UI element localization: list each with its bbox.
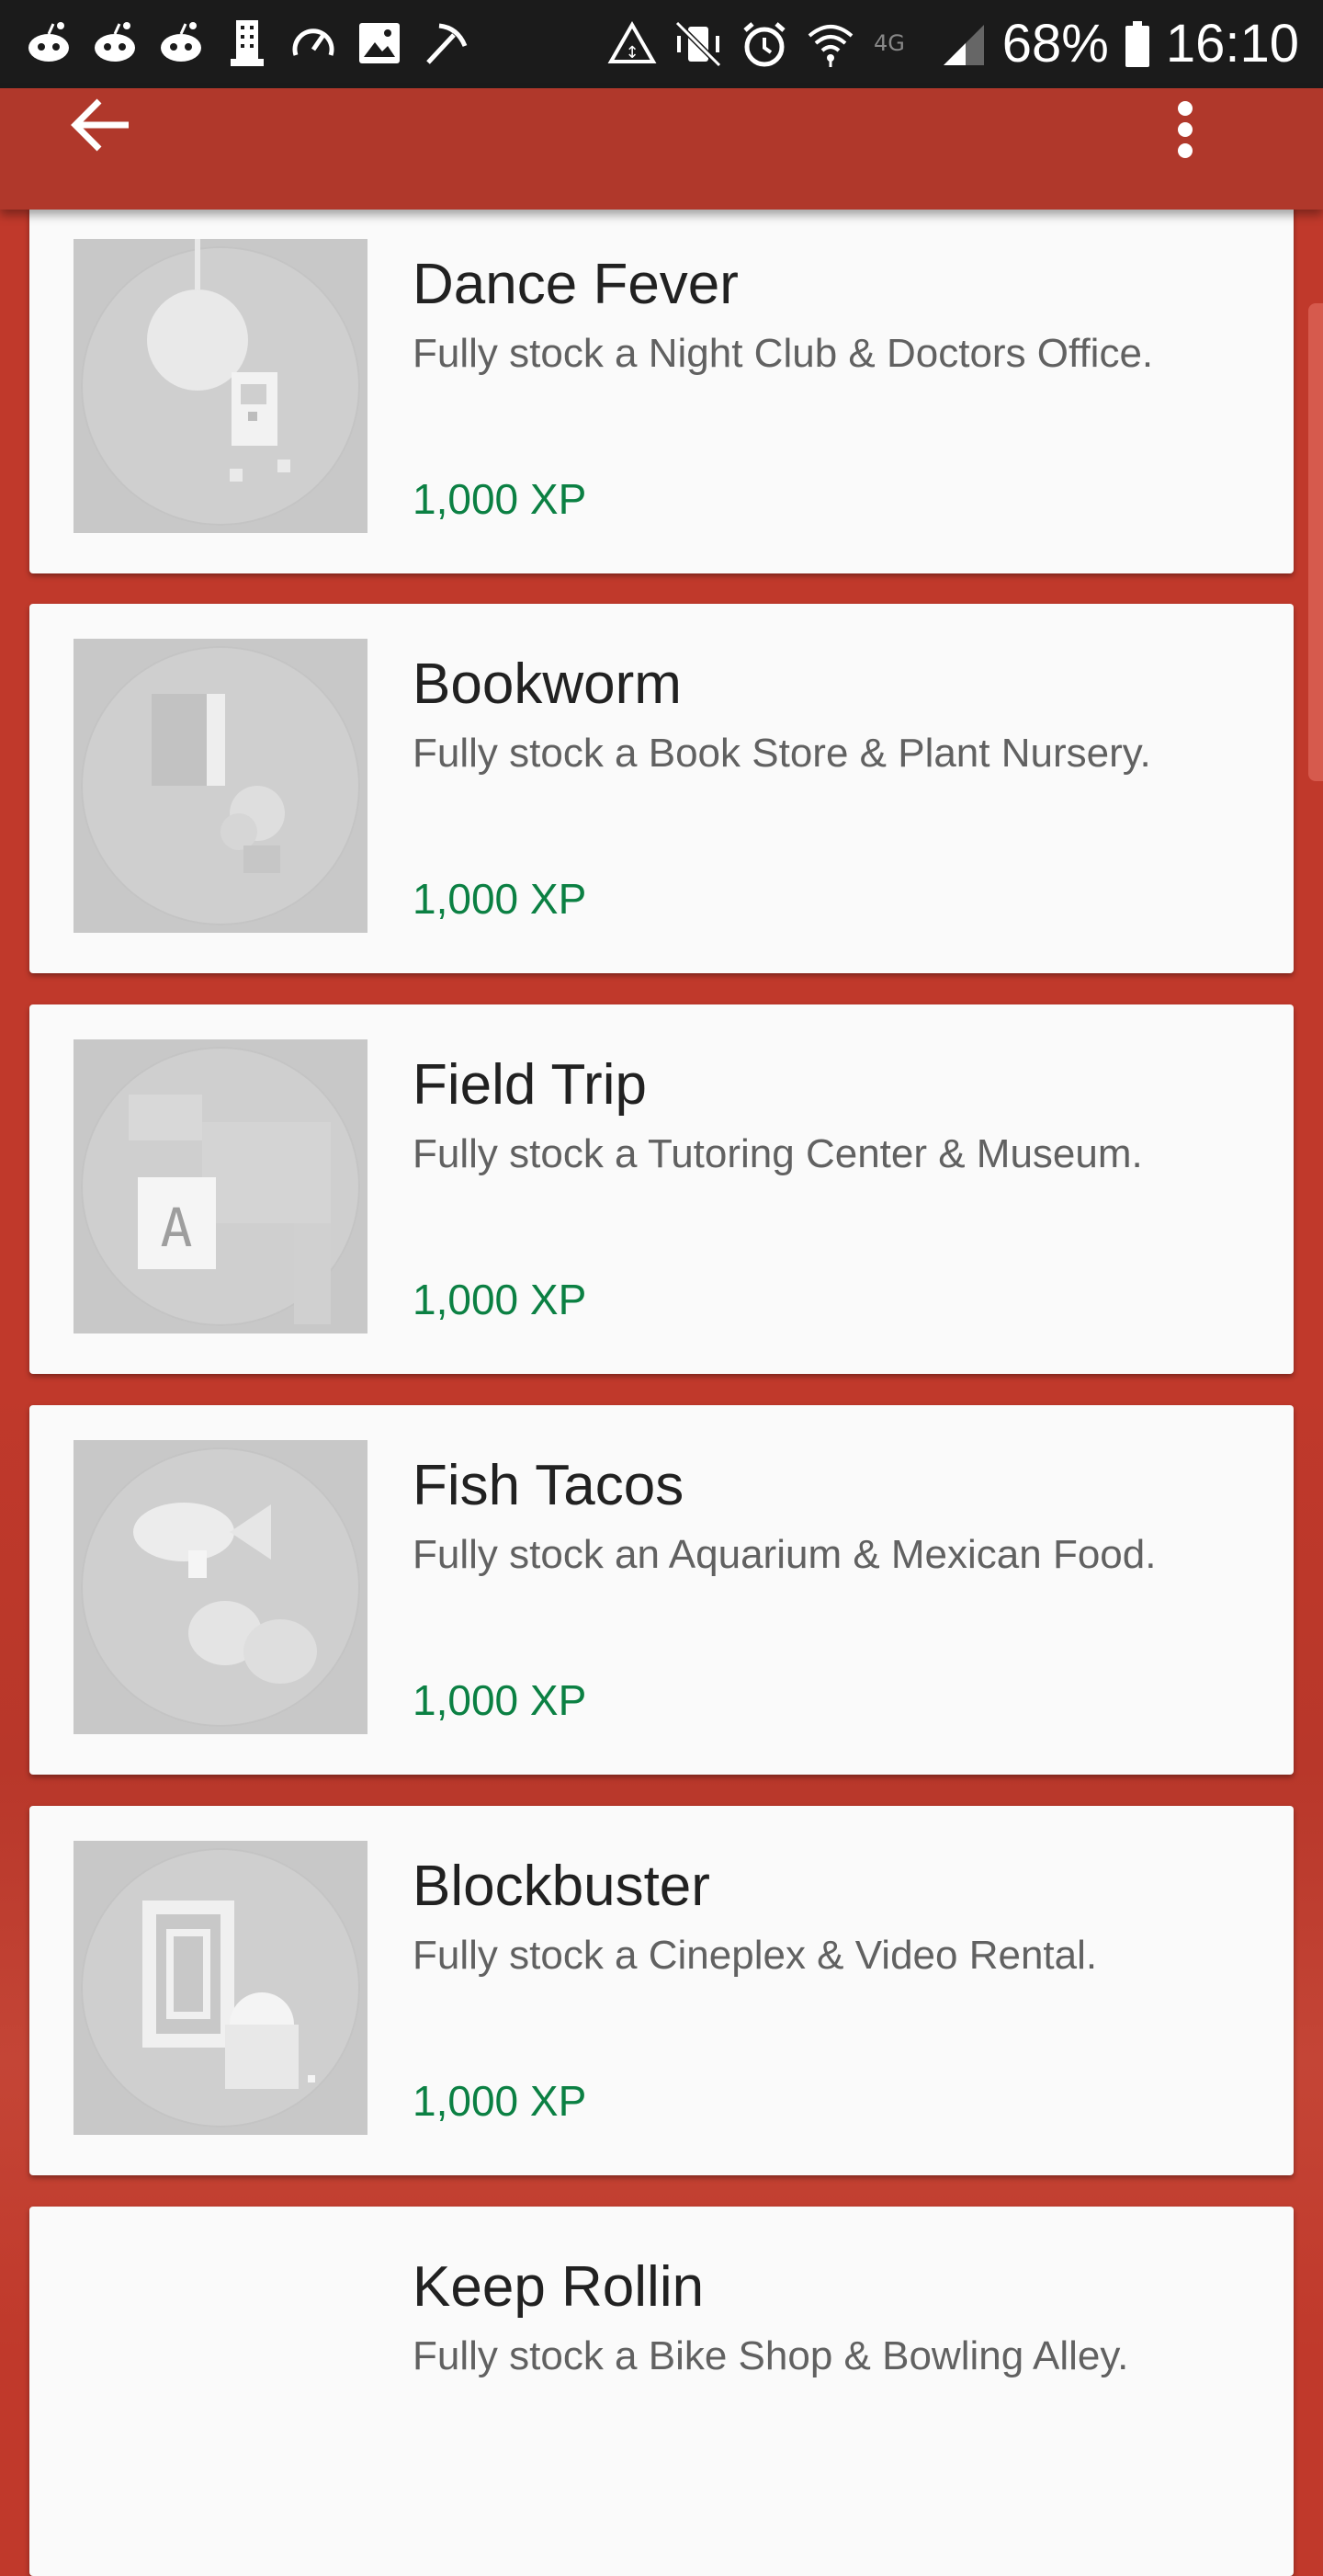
achievement-xp: 1,000 XP	[413, 475, 587, 523]
data-saver-icon: ↕	[605, 17, 659, 71]
battery-icon	[1122, 17, 1153, 71]
system-icons: ↕ 4G 68% 16:10	[605, 13, 1299, 75]
achievement-xp: 1,000 XP	[413, 1276, 587, 1323]
achievement-card[interactable]: Keep Rollin Fully stock a Bike Shop & Bo…	[29, 2207, 1294, 2576]
svg-text:A: A	[161, 1197, 193, 1259]
svg-text:↕: ↕	[625, 43, 639, 62]
disco-ball-icon	[74, 239, 368, 533]
dinosaur-icon: A	[74, 1039, 368, 1333]
achievement-description: Fully stock a Bike Shop & Bowling Alley.	[413, 2333, 1129, 2378]
reddit-icon	[22, 17, 75, 70]
achievement-xp: 1,000 XP	[413, 1676, 587, 1724]
achievement-title: Fish Tacos	[413, 1454, 684, 1517]
achievement-title: Field Trip	[413, 1053, 647, 1117]
scrollbar[interactable]	[1308, 303, 1323, 781]
alarm-icon	[738, 17, 791, 71]
reddit-icon	[88, 17, 141, 70]
bike-icon	[74, 2241, 368, 2536]
achievement-xp: 1,000 XP	[413, 875, 587, 923]
back-button[interactable]	[64, 88, 138, 162]
achievement-title: Dance Fever	[413, 253, 739, 316]
achievement-description: Fully stock a Night Club & Doctors Offic…	[413, 331, 1154, 376]
building-icon	[220, 17, 274, 70]
achievement-card[interactable]: Dance Fever Fully stock a Night Club & D…	[29, 204, 1294, 573]
battery-percentage: 68%	[1001, 14, 1109, 74]
clock: 16:10	[1165, 14, 1299, 74]
book-plant-icon	[74, 639, 368, 933]
achievement-title: Blockbuster	[413, 1855, 710, 1918]
more-options-button[interactable]	[1158, 88, 1213, 171]
achievement-xp: 1,000 XP	[413, 2077, 587, 2125]
achievement-description: Fully stock a Tutoring Center & Museum.	[413, 1131, 1143, 1176]
pickaxe-icon	[419, 17, 472, 70]
reddit-icon	[154, 17, 208, 70]
fish-taco-icon	[74, 1440, 368, 1734]
achievement-card[interactable]: Fish Tacos Fully stock an Aquarium & Mex…	[29, 1405, 1294, 1775]
wifi-icon	[804, 17, 857, 71]
arrow-back-icon	[71, 98, 129, 152]
speedometer-icon	[287, 17, 340, 70]
signal-icon	[936, 17, 989, 71]
image-icon	[353, 17, 406, 70]
achievement-title: Bookworm	[413, 653, 682, 716]
status-bar: ↕ 4G 68% 16:10	[0, 0, 1323, 88]
achievement-card[interactable]: Bookworm Fully stock a Book Store & Plan…	[29, 604, 1294, 973]
achievement-description: Fully stock an Aquarium & Mexican Food.	[413, 1532, 1157, 1577]
achievement-description: Fully stock a Cineplex & Video Rental.	[413, 1933, 1098, 1978]
achievement-title: Keep Rollin	[413, 2255, 705, 2319]
achievement-card[interactable]: A Field Trip Fully stock a Tutoring Cent…	[29, 1004, 1294, 1374]
notification-icons	[22, 17, 472, 70]
achievement-card[interactable]: Blockbuster Fully stock a Cineplex & Vid…	[29, 1806, 1294, 2175]
4g-icon: 4G	[870, 17, 923, 71]
achievement-description: Fully stock a Book Store & Plant Nursery…	[413, 731, 1151, 776]
film-popcorn-icon	[74, 1841, 368, 2135]
more-vert-icon	[1178, 101, 1193, 158]
svg-text:4G: 4G	[874, 30, 905, 56]
vibrate-icon	[672, 17, 725, 71]
app-bar	[0, 88, 1323, 210]
